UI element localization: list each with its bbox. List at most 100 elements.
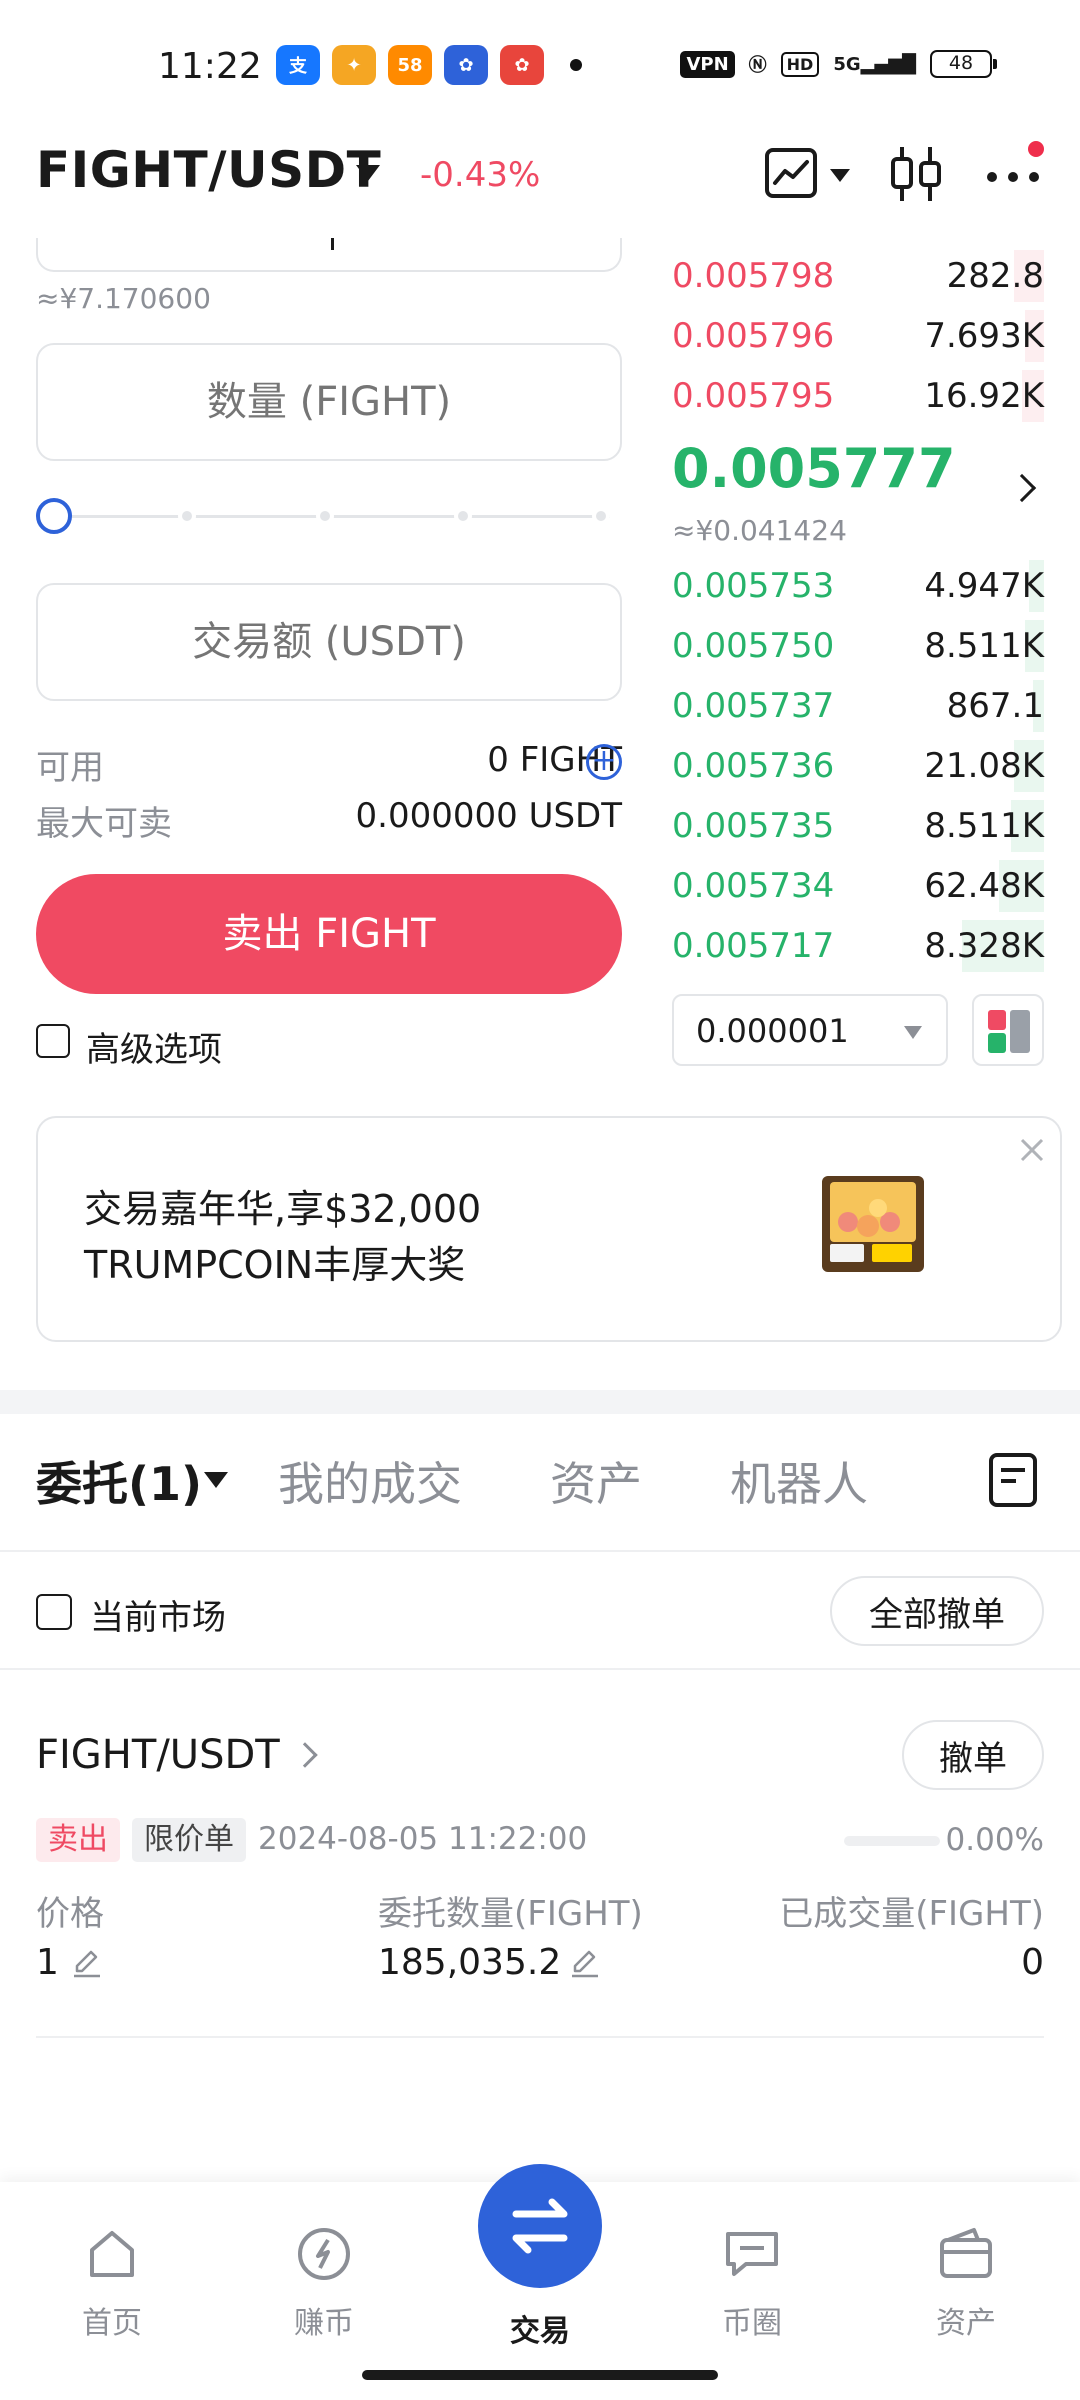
quantity-input-box[interactable] xyxy=(36,343,622,461)
chart-dropdown-icon[interactable] xyxy=(830,169,850,182)
battery-level: 48 xyxy=(948,52,974,74)
bid-qty: 4.947K xyxy=(924,566,1044,606)
slider-tick-25[interactable] xyxy=(178,507,196,525)
ask-qty: 282.8 xyxy=(946,256,1044,296)
community-icon xyxy=(726,2232,778,2276)
slider-handle[interactable] xyxy=(36,498,72,534)
layout-asks-block xyxy=(988,1010,1006,1030)
nav-assets-label: 资产 xyxy=(936,2306,996,2341)
advanced-options-checkbox[interactable] xyxy=(36,1024,70,1058)
section-divider xyxy=(0,1390,1080,1414)
ask-row[interactable]: 0.005795 16.92K xyxy=(672,366,1044,426)
tabs-divider xyxy=(0,1550,1080,1552)
chart-icon[interactable] xyxy=(764,147,818,199)
status-time: 11:22 xyxy=(158,46,262,87)
tab-bots[interactable]: 机器人 xyxy=(730,1448,868,1514)
home-indicator[interactable] xyxy=(362,2370,718,2380)
filled-qty-value: 0 xyxy=(1021,1942,1044,1983)
amount-input[interactable] xyxy=(38,585,620,699)
current-market-label[interactable]: 当前市场 xyxy=(90,1590,226,1639)
chevron-right-icon[interactable] xyxy=(292,1742,318,1768)
ask-row[interactable]: 0.005796 7.693K xyxy=(672,306,1044,366)
bid-row[interactable]: 0.005736 21.08K xyxy=(672,736,1044,796)
tab-my-trades[interactable]: 我的成交 xyxy=(278,1448,462,1514)
bid-row[interactable]: 0.005735 8.511K xyxy=(672,796,1044,856)
promo-banner[interactable]: 交易嘉年华,享$32,000 TRUMPCOIN丰厚大奖 xyxy=(36,1116,1062,1342)
document-icon[interactable] xyxy=(988,1452,1038,1508)
cancel-order-button[interactable]: 撤单 xyxy=(902,1720,1044,1790)
bid-row[interactable]: 0.005737 867.1 xyxy=(672,676,1044,736)
order-pair-link[interactable]: FIGHT/USDT xyxy=(36,1732,280,1778)
precision-select[interactable]: 0.000001 xyxy=(672,994,948,1066)
sell-button[interactable]: 卖出 FIGHT xyxy=(36,874,622,994)
nav-trade-button[interactable] xyxy=(478,2164,602,2288)
text-cursor xyxy=(331,238,334,250)
bid-qty: 8.511K xyxy=(924,806,1044,846)
advanced-options-label[interactable]: 高级选项 xyxy=(86,1022,222,1071)
price-input[interactable] xyxy=(36,238,622,272)
alipay-app-icon: 支 xyxy=(276,45,320,85)
nav-home-label: 首页 xyxy=(82,2306,142,2341)
max-sell-label: 最大可卖 xyxy=(36,804,172,844)
book-layout-icon[interactable] xyxy=(972,994,1044,1066)
bid-qty: 867.1 xyxy=(946,686,1044,726)
bid-price: 0.005736 xyxy=(672,746,835,786)
ask-row[interactable]: 0.005798 282.8 xyxy=(672,246,1044,306)
bid-qty: 8.511K xyxy=(924,626,1044,666)
notification-badge xyxy=(1028,141,1044,157)
slider-tick-75[interactable] xyxy=(454,507,472,525)
banner-subtitle: TRUMPCOIN丰厚大奖 xyxy=(84,1243,466,1287)
bid-row[interactable]: 0.005717 8.328K xyxy=(672,916,1044,976)
layout-column-block xyxy=(1010,1010,1030,1053)
candlestick-icon[interactable] xyxy=(888,145,944,203)
price-change-percent: -0.43% xyxy=(420,155,541,195)
tab-orders[interactable]: 委托(1) xyxy=(36,1448,202,1514)
ask-price: 0.005795 xyxy=(672,376,835,416)
slider-tick-50[interactable] xyxy=(316,507,334,525)
price-cny-approx: ≈¥7.170600 xyxy=(36,282,211,315)
edit-icon[interactable] xyxy=(568,1946,602,1980)
close-icon[interactable] xyxy=(1014,1132,1050,1168)
current-market-checkbox[interactable] xyxy=(36,1594,72,1630)
cancel-all-button[interactable]: 全部撤单 xyxy=(830,1576,1044,1646)
hd-icon: HD xyxy=(780,51,820,77)
plus-circle-icon[interactable]: + xyxy=(586,744,622,780)
58-app-icon: 58 xyxy=(388,45,432,85)
nav-home[interactable]: 首页 xyxy=(42,2222,182,2342)
status-indicators: VPN Ⓝ HD 5G▂▄▆█ 48 xyxy=(680,50,997,78)
chevron-right-icon[interactable] xyxy=(1007,473,1037,503)
chevron-down-icon xyxy=(904,1026,922,1039)
max-sell-value: 0.000000 USDT xyxy=(355,796,622,836)
bid-qty: 21.08K xyxy=(924,746,1044,786)
game-app-icon: ✦ xyxy=(332,45,376,85)
battery-icon: 48 xyxy=(930,50,997,78)
order-type-badge: 限价单 xyxy=(132,1818,246,1862)
chevron-down-icon[interactable] xyxy=(204,1472,228,1488)
ask-price: 0.005796 xyxy=(672,316,835,356)
slider-tick-100[interactable] xyxy=(592,507,610,525)
treasure-chest-icon xyxy=(822,1176,924,1272)
chevron-down-icon[interactable] xyxy=(356,165,380,181)
bid-row[interactable]: 0.005734 62.48K xyxy=(672,856,1044,916)
nav-assets[interactable]: 资产 xyxy=(896,2222,1036,2342)
tab-assets[interactable]: 资产 xyxy=(550,1448,642,1514)
edit-icon[interactable] xyxy=(70,1946,104,1980)
order-price-value: 1 xyxy=(36,1942,59,1983)
bid-qty: 8.328K xyxy=(924,926,1044,966)
nfc-icon: Ⓝ xyxy=(748,55,767,76)
bid-row[interactable]: 0.005750 8.511K xyxy=(672,616,1044,676)
quantity-input[interactable] xyxy=(38,345,620,459)
wallet-icon xyxy=(940,2228,992,2278)
order-divider xyxy=(36,2036,1044,2038)
nav-trade-label[interactable]: 交易 xyxy=(470,2306,610,2350)
percentage-slider[interactable] xyxy=(36,498,622,534)
bid-qty: 62.48K xyxy=(924,866,1044,906)
nav-earn[interactable]: 赚币 xyxy=(254,2222,394,2342)
baidu-app-icon: ✿ xyxy=(444,45,488,85)
bid-price: 0.005753 xyxy=(672,566,835,606)
pair-selector[interactable]: FIGHT/USDT xyxy=(36,141,381,199)
amount-input-box[interactable] xyxy=(36,583,622,701)
more-icon[interactable] xyxy=(984,155,1042,195)
nav-community[interactable]: 币圈 xyxy=(682,2222,822,2342)
bid-row[interactable]: 0.005753 4.947K xyxy=(672,556,1044,616)
